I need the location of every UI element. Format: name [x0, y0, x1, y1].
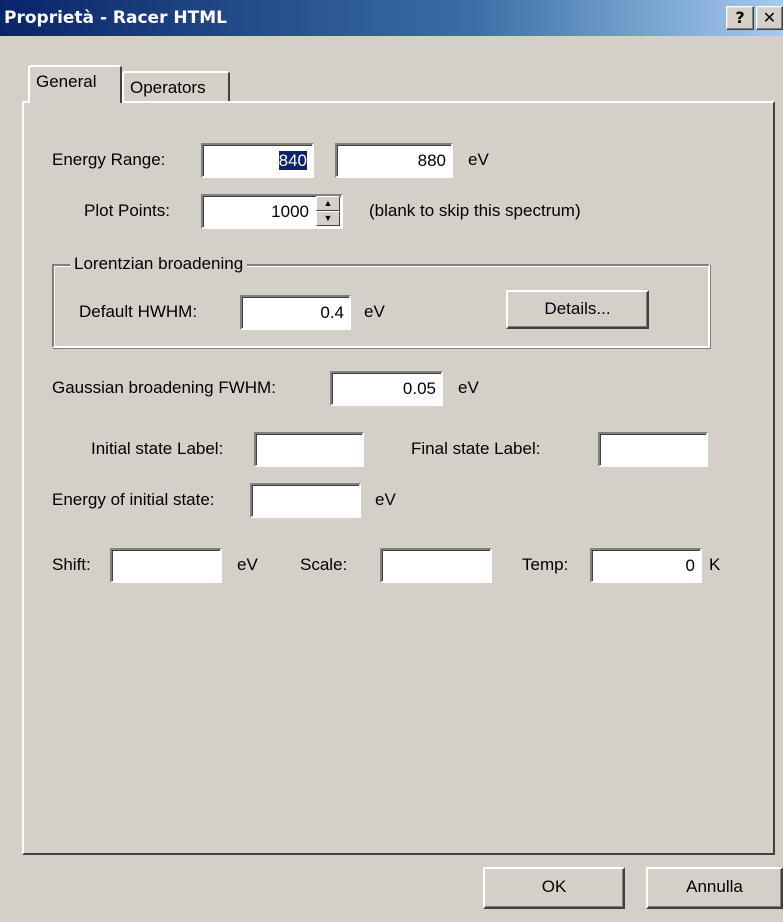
- gaussian-fwhm-unit: eV: [458, 378, 479, 397]
- scale-label: Scale:: [300, 555, 348, 574]
- energy-range-label: Energy Range:: [52, 150, 166, 169]
- window-title: Proprietà - Racer HTML: [4, 8, 227, 28]
- spin-up-icon[interactable]: ▲: [316, 196, 340, 211]
- initial-state-label: Initial state Label:: [91, 439, 224, 458]
- gaussian-fwhm-label: Gaussian broadening FWHM:: [52, 378, 276, 397]
- shift-label: Shift:: [52, 555, 91, 574]
- plot-points-spinner[interactable]: ▲ ▼: [316, 196, 340, 227]
- help-icon: ?: [735, 8, 745, 27]
- temp-input[interactable]: 0: [590, 548, 702, 583]
- tab-general-label: General: [36, 72, 97, 91]
- default-hwhm-label: Default HWHM:: [79, 302, 198, 321]
- tab-operators-label: Operators: [130, 78, 206, 97]
- shift-unit: eV: [237, 555, 258, 574]
- spin-down-icon[interactable]: ▼: [316, 211, 340, 226]
- plot-points-label: Plot Points:: [84, 201, 170, 220]
- tab-operators[interactable]: Operators: [122, 71, 230, 105]
- final-state-input[interactable]: [598, 432, 708, 467]
- details-button[interactable]: Details...: [506, 290, 649, 329]
- shift-input[interactable]: [110, 548, 222, 583]
- final-state-label: Final state Label:: [411, 439, 541, 458]
- gaussian-fwhm-input[interactable]: 0.05: [330, 371, 443, 406]
- energy-min-value: 840: [278, 151, 307, 170]
- energy-range-unit: eV: [468, 150, 489, 169]
- default-hwhm-unit: eV: [364, 302, 385, 321]
- energy-initial-input[interactable]: [250, 483, 361, 518]
- tab-general[interactable]: General: [28, 65, 122, 103]
- energy-min-input[interactable]: 840: [201, 143, 314, 178]
- scale-input[interactable]: [380, 548, 492, 583]
- help-button[interactable]: ?: [726, 6, 754, 30]
- close-button[interactable]: ✕: [756, 6, 783, 30]
- close-icon: ✕: [762, 8, 777, 27]
- energy-initial-unit: eV: [375, 490, 396, 509]
- energy-initial-label: Energy of initial state:: [52, 490, 215, 509]
- lorentzian-legend: Lorentzian broadening: [70, 254, 248, 274]
- plot-points-hint: (blank to skip this spectrum): [369, 201, 581, 220]
- temp-label: Temp:: [522, 555, 569, 574]
- initial-state-input[interactable]: [254, 432, 364, 467]
- default-hwhm-input[interactable]: 0.4: [240, 295, 351, 330]
- energy-max-input[interactable]: 880: [335, 143, 453, 178]
- temp-unit: K: [709, 555, 721, 574]
- cancel-button[interactable]: Annulla: [646, 867, 783, 909]
- ok-button[interactable]: OK: [483, 867, 625, 909]
